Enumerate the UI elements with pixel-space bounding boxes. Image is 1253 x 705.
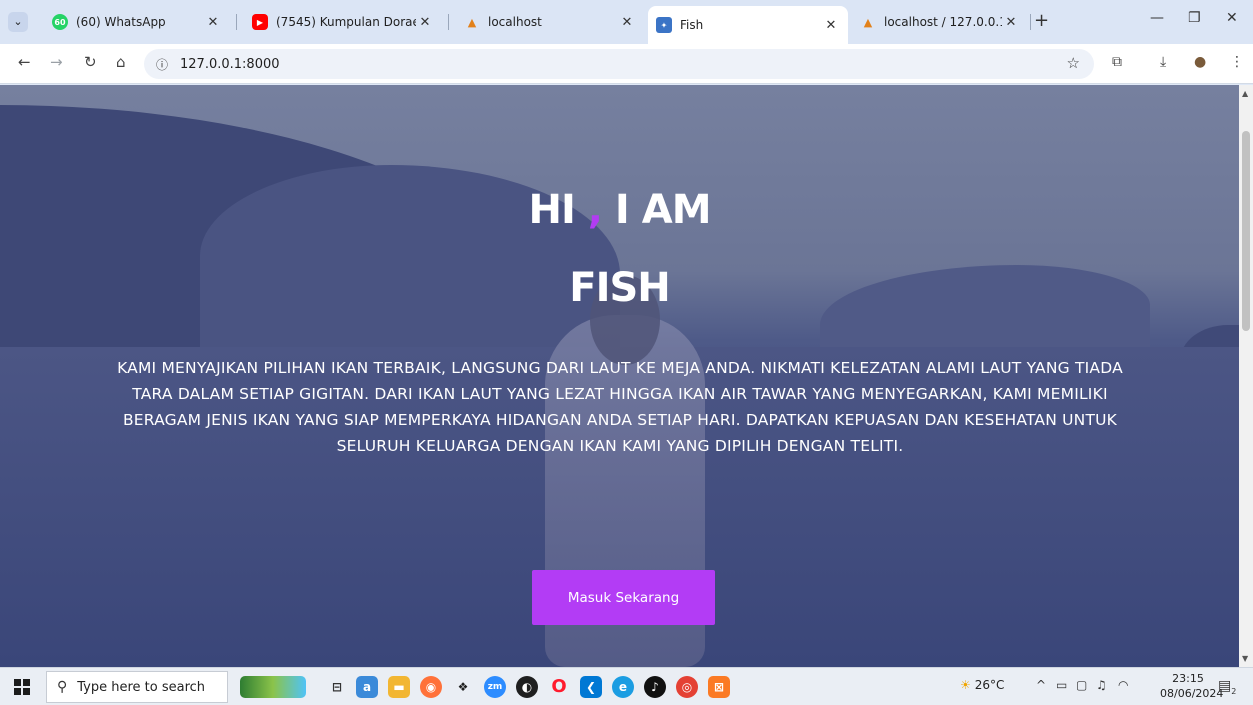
- tab-youtube[interactable]: ▶ (7545) Kumpulan Doraemon ✕: [244, 8, 442, 36]
- close-icon[interactable]: ✕: [822, 18, 840, 33]
- hero-section: HI , I AM FISH KAMI MENYAJIKAN PILIHAN I…: [0, 85, 1253, 667]
- tab-search-chevron-icon[interactable]: ⌄: [8, 12, 28, 32]
- task-view-icon[interactable]: ⊟: [326, 676, 348, 698]
- edge-icon[interactable]: e: [612, 676, 634, 698]
- show-hidden-icons-icon[interactable]: ^: [1036, 678, 1046, 692]
- hero-title-iam: I AM: [614, 187, 712, 233]
- browser-toolbar: ← → ↻ ⌂ ⓘ 127.0.0.1:8000 ☆ ⧉ ⤓ ● ⋮: [0, 44, 1253, 84]
- battery-icon[interactable]: ▭: [1056, 678, 1067, 692]
- close-window-icon[interactable]: ✕: [1226, 10, 1238, 26]
- tab-divider: [1030, 14, 1031, 30]
- address-bar[interactable]: ⓘ 127.0.0.1:8000 ☆: [144, 49, 1094, 79]
- tab-title: (60) WhatsApp: [76, 15, 166, 29]
- youtube-icon: ▶: [252, 14, 268, 30]
- reload-icon[interactable]: ↻: [84, 53, 97, 71]
- hero-title-greeting: HI , I AM: [0, 187, 1239, 233]
- close-icon[interactable]: ✕: [416, 15, 434, 30]
- minimize-icon[interactable]: —: [1150, 10, 1164, 26]
- hero-description: KAMI MENYAJIKAN PILIHAN IKAN TERBAIK, LA…: [117, 359, 1123, 455]
- windows-taskbar: ⚲ Type here to search ⊟ a ▬ ◉ ❖ zm ◐ O ❮…: [0, 667, 1253, 705]
- menu-dots-icon[interactable]: ⋮: [1230, 54, 1244, 70]
- dropbox-icon[interactable]: ❖: [452, 676, 474, 698]
- notifications-icon[interactable]: ▤2: [1218, 678, 1236, 696]
- scroll-down-icon[interactable]: ▼: [1242, 654, 1248, 663]
- chrome-icon[interactable]: ◎: [676, 676, 698, 698]
- home-icon[interactable]: ⌂: [116, 53, 126, 71]
- site-info-icon[interactable]: ⓘ: [156, 56, 168, 73]
- system-clock[interactable]: 23:15 08/06/2024: [1160, 671, 1224, 701]
- url-text: 127.0.0.1:8000: [180, 56, 280, 72]
- tab-whatsapp[interactable]: 60 (60) WhatsApp ✕: [44, 8, 230, 36]
- close-icon[interactable]: ✕: [1002, 15, 1020, 30]
- news-widget-icon[interactable]: [240, 676, 306, 698]
- weather-widget[interactable]: ☀ 26°C: [960, 678, 1004, 692]
- vscode-icon[interactable]: ❮: [580, 676, 602, 698]
- clock-time: 23:15: [1172, 672, 1204, 685]
- profile-avatar-icon[interactable]: ●: [1194, 54, 1206, 70]
- xampp-icon[interactable]: ⊠: [708, 676, 730, 698]
- back-icon[interactable]: ←: [18, 53, 31, 71]
- app-icon[interactable]: ◐: [516, 676, 538, 698]
- tab-divider: [236, 14, 237, 30]
- fish-site-icon: ✦: [656, 17, 672, 33]
- firefox-icon[interactable]: ◉: [420, 676, 442, 698]
- phpmyadmin-icon: ▲: [467, 15, 477, 29]
- network-icon[interactable]: ▢: [1076, 678, 1087, 692]
- zoom-icon[interactable]: zm: [484, 676, 506, 698]
- new-tab-button[interactable]: +: [1034, 10, 1049, 31]
- tab-title: localhost / 127.0.0.1 / db_fis: [884, 15, 1002, 29]
- phpmyadmin-icon: ▲: [863, 15, 873, 29]
- weather-icon: ☀: [960, 678, 971, 692]
- restore-icon[interactable]: ❐: [1188, 10, 1201, 26]
- scroll-thumb[interactable]: [1242, 131, 1250, 331]
- download-icon[interactable]: ⤓: [1160, 54, 1166, 70]
- extensions-icon[interactable]: ⧉: [1112, 54, 1122, 70]
- tab-strip: ⌄ 60 (60) WhatsApp ✕ ▶ (7545) Kumpulan D…: [0, 0, 1253, 44]
- bookmark-star-icon[interactable]: ☆: [1067, 54, 1080, 72]
- file-explorer-icon[interactable]: ▬: [388, 676, 410, 698]
- hero-title-comma: ,: [587, 187, 603, 233]
- notification-count: 2: [1231, 686, 1237, 696]
- close-icon[interactable]: ✕: [204, 15, 222, 30]
- tab-fish[interactable]: ✦ Fish ✕: [648, 6, 848, 44]
- amazon-icon[interactable]: a: [356, 676, 378, 698]
- weather-temperature: 26°C: [974, 678, 1005, 692]
- page-scrollbar[interactable]: ▲ ▼: [1239, 85, 1253, 667]
- close-icon[interactable]: ✕: [618, 15, 636, 30]
- taskbar-search-input[interactable]: ⚲ Type here to search: [46, 671, 228, 703]
- tab-title: localhost: [488, 15, 542, 29]
- scroll-up-icon[interactable]: ▲: [1242, 89, 1248, 98]
- hero-title-hi: HI: [528, 187, 575, 233]
- search-icon: ⚲: [57, 679, 68, 695]
- tab-phpmyadmin-db[interactable]: ▲ localhost / 127.0.0.1 / db_fis ✕: [852, 8, 1028, 36]
- volume-icon[interactable]: ♫: [1096, 678, 1107, 692]
- clock-date: 08/06/2024: [1160, 687, 1224, 700]
- wifi-icon[interactable]: ◠: [1118, 678, 1128, 692]
- tab-title: (7545) Kumpulan Doraemon: [276, 15, 416, 29]
- tiktok-icon[interactable]: ♪: [644, 676, 666, 698]
- forward-icon[interactable]: →: [50, 53, 63, 71]
- whatsapp-icon: 60: [52, 14, 68, 30]
- page-viewport: HI , I AM FISH KAMI MENYAJIKAN PILIHAN I…: [0, 85, 1253, 667]
- windows-start-icon[interactable]: [14, 679, 30, 695]
- search-placeholder: Type here to search: [77, 679, 206, 695]
- tab-localhost[interactable]: ▲ localhost ✕: [456, 8, 644, 36]
- opera-icon[interactable]: O: [548, 676, 570, 698]
- hero-title-name: FISH: [569, 265, 671, 311]
- masuk-sekarang-button[interactable]: Masuk Sekarang: [532, 570, 715, 625]
- tab-divider: [448, 14, 449, 30]
- tab-title: Fish: [680, 18, 704, 32]
